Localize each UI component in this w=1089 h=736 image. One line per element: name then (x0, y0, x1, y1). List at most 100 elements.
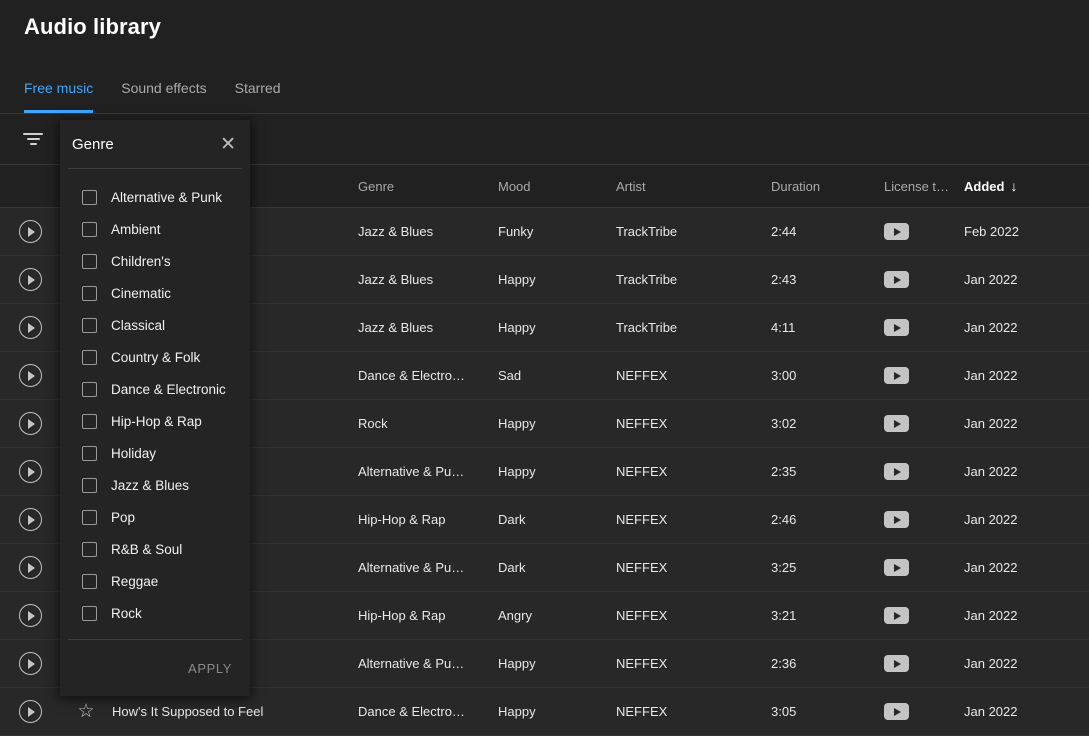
youtube-icon[interactable] (884, 223, 909, 240)
license-type[interactable] (884, 415, 964, 432)
play-circle-icon[interactable] (18, 604, 42, 627)
checkbox[interactable] (82, 573, 97, 589)
checkbox[interactable] (82, 509, 97, 525)
play-button[interactable] (0, 700, 60, 723)
play-circle-icon[interactable] (18, 412, 42, 435)
genre-option[interactable]: Ambient (60, 213, 250, 245)
youtube-icon[interactable] (884, 655, 909, 672)
checkbox[interactable] (82, 541, 97, 557)
license-type[interactable] (884, 703, 964, 720)
license-type[interactable] (884, 223, 964, 240)
star-button[interactable]: ☆ (60, 702, 112, 721)
license-type[interactable] (884, 607, 964, 624)
youtube-icon[interactable] (884, 319, 909, 336)
close-icon[interactable]: ✕ (220, 135, 236, 154)
play-circle-icon[interactable] (18, 460, 42, 483)
youtube-icon[interactable] (884, 511, 909, 528)
play-circle-icon[interactable] (18, 316, 42, 339)
genre-option[interactable]: R&B & Soul (60, 533, 250, 565)
header-mood[interactable]: Mood (498, 179, 616, 194)
genre-option[interactable]: Hip-Hop & Rap (60, 405, 250, 437)
play-button[interactable] (0, 604, 60, 627)
track-genre: Jazz & Blues (358, 320, 434, 335)
license-type[interactable] (884, 511, 964, 528)
checkbox[interactable] (82, 285, 97, 301)
license-type[interactable] (884, 319, 964, 336)
play-button[interactable] (0, 652, 60, 675)
track-mood: Dark (498, 512, 526, 527)
youtube-icon[interactable] (884, 607, 909, 624)
play-circle-icon[interactable] (18, 652, 42, 675)
license-type[interactable] (884, 271, 964, 288)
filter-icon[interactable] (20, 126, 46, 152)
genre-option[interactable]: Country & Folk (60, 341, 250, 373)
license-type[interactable] (884, 463, 964, 480)
checkbox[interactable] (82, 445, 97, 461)
track-duration: 4:11 (771, 320, 796, 335)
genre-option[interactable]: Cinematic (60, 277, 250, 309)
genre-option-label: Hip-Hop & Rap (111, 413, 202, 429)
tab-free-music[interactable]: Free music (24, 62, 107, 113)
track-genre: Dance & Electro… (358, 704, 465, 719)
checkbox[interactable] (82, 381, 97, 397)
genre-option[interactable]: Dance & Electronic (60, 373, 250, 405)
genre-option[interactable]: Alternative & Punk (60, 181, 250, 213)
track-duration: 3:21 (771, 608, 797, 623)
play-button[interactable] (0, 412, 60, 435)
checkbox[interactable] (82, 477, 97, 493)
play-button[interactable] (0, 556, 60, 579)
youtube-icon[interactable] (884, 559, 909, 576)
youtube-icon[interactable] (884, 271, 909, 288)
track-added: Jan 2022 (964, 272, 1018, 287)
genre-option[interactable]: Children's (60, 245, 250, 277)
genre-option[interactable]: Jazz & Blues (60, 469, 250, 501)
genre-option[interactable]: Classical (60, 309, 250, 341)
license-type[interactable] (884, 559, 964, 576)
star-icon[interactable]: ☆ (77, 702, 94, 721)
play-circle-icon[interactable] (18, 364, 42, 387)
license-type[interactable] (884, 655, 964, 672)
genre-option[interactable]: Holiday (60, 437, 250, 469)
header-license-type[interactable]: License type (884, 179, 964, 194)
youtube-icon[interactable] (884, 703, 909, 720)
checkbox[interactable] (82, 253, 97, 269)
play-button[interactable] (0, 316, 60, 339)
checkbox[interactable] (82, 605, 97, 621)
apply-button[interactable]: APPLY (188, 661, 232, 676)
youtube-icon[interactable] (884, 415, 909, 432)
track-genre: Dance & Electro… (358, 368, 465, 383)
genre-option[interactable]: Pop (60, 501, 250, 533)
checkbox[interactable] (82, 413, 97, 429)
genre-option[interactable]: Reggae (60, 565, 250, 597)
header-added[interactable]: Added ↓ (964, 179, 1089, 194)
tab-sound-effects[interactable]: Sound effects (107, 62, 220, 113)
play-button[interactable] (0, 460, 60, 483)
header-artist[interactable]: Artist (616, 179, 771, 194)
track-duration: 3:25 (771, 560, 797, 575)
dropdown-title: Genre (72, 135, 114, 153)
checkbox[interactable] (82, 317, 97, 333)
play-button[interactable] (0, 268, 60, 291)
header-duration[interactable]: Duration (771, 179, 884, 194)
play-button[interactable] (0, 364, 60, 387)
play-button[interactable] (0, 508, 60, 531)
play-circle-icon[interactable] (18, 220, 42, 243)
license-type[interactable] (884, 367, 964, 384)
play-circle-icon[interactable] (18, 508, 42, 531)
track-artist: NEFFEX (616, 560, 668, 575)
checkbox[interactable] (82, 221, 97, 237)
play-button[interactable] (0, 220, 60, 243)
checkbox[interactable] (82, 349, 97, 365)
genre-option[interactable]: Rock (60, 597, 250, 629)
checkbox[interactable] (82, 189, 97, 205)
play-circle-icon[interactable] (18, 268, 42, 291)
genre-option-label: Ambient (111, 221, 161, 237)
youtube-icon[interactable] (884, 367, 909, 384)
header-genre[interactable]: Genre (358, 179, 498, 194)
track-duration: 2:44 (771, 224, 797, 239)
genre-option-label: Classical (111, 317, 166, 333)
tab-starred[interactable]: Starred (221, 62, 295, 113)
youtube-icon[interactable] (884, 463, 909, 480)
play-circle-icon[interactable] (18, 700, 42, 723)
play-circle-icon[interactable] (18, 556, 42, 579)
